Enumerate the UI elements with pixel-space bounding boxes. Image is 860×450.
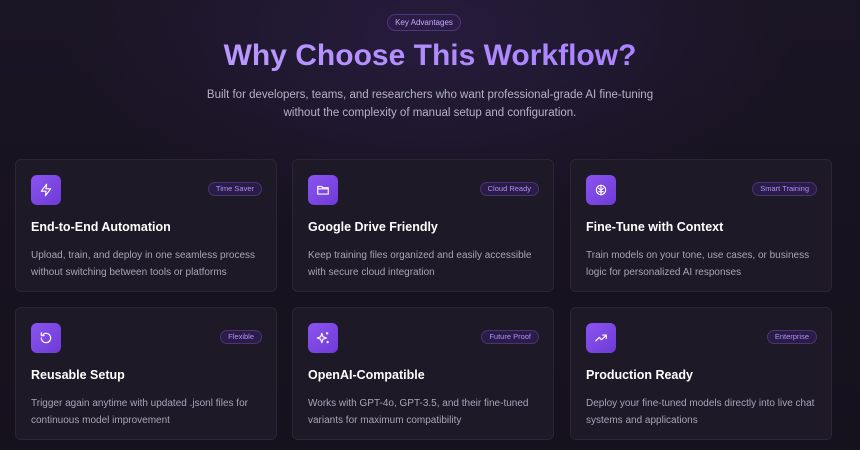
feature-card-end-to-end-automation: Time Saver End-to-End Automation Upload,… [15,159,277,292]
key-advantages-pill: Key Advantages [387,14,461,31]
folder-icon [308,175,338,205]
badge-enterprise: Enterprise [766,330,817,344]
section-subtitle: Built for developers, teams, and researc… [0,86,860,122]
badge-time-saver: Time Saver [207,182,262,196]
card-title: Production Ready [586,368,693,382]
card-title: OpenAI-Compatible [308,368,425,382]
sparkles-icon [308,323,338,353]
badge-smart-training: Smart Training [752,182,817,196]
brain-icon [586,175,616,205]
card-title: Reusable Setup [31,368,125,382]
badge-flexible: Flexible [220,330,262,344]
lightning-icon [31,175,61,205]
card-description: Deploy your fine-tuned models directly i… [586,398,815,426]
card-description: Upload, train, and deploy in one seamles… [31,250,256,278]
card-description: Works with GPT-4o, GPT-3.5, and their fi… [308,398,529,426]
badge-future-proof: Future Proof [481,330,539,344]
feature-card-fine-tune-with-context: Smart Training Fine-Tune with Context Tr… [570,159,832,292]
feature-card-google-drive-friendly: Cloud Ready Google Drive Friendly Keep t… [292,159,554,292]
card-title: Fine-Tune with Context [586,220,724,234]
card-title: Google Drive Friendly [308,220,438,234]
card-description: Trigger again anytime with updated .json… [31,398,248,426]
card-description: Keep training files organized and easily… [308,250,532,278]
feature-card-production-ready: Enterprise Production Ready Deploy your … [570,307,832,440]
section-title: Why Choose This Workflow? [0,36,860,76]
page: Key Advantages Why Choose This Workflow?… [0,0,860,450]
card-title: End-to-End Automation [31,220,171,234]
badge-cloud-ready: Cloud Ready [479,182,539,196]
feature-card-reusable-setup: Flexible Reusable Setup Trigger again an… [15,307,277,440]
refresh-icon [31,323,61,353]
subtitle-line-1: Built for developers, teams, and researc… [206,89,654,101]
subtitle-line-2: without the complexity of manual setup a… [283,107,577,119]
feature-card-openai-compatible: Future Proof OpenAI-Compatible Works wit… [292,307,554,440]
trending-up-icon [586,323,616,353]
card-description: Train models on your tone, use cases, or… [586,250,810,278]
